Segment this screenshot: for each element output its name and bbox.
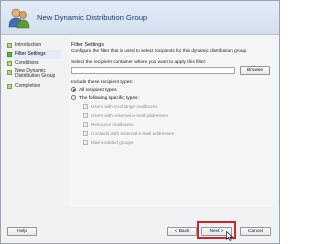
type-checkbox-external-email-users[interactable]: Users with external e-mail addresses (83, 113, 168, 120)
step-bullet-icon (7, 70, 12, 75)
checkbox-label: Users with Exchange mailboxes (91, 104, 158, 109)
include-types-label: Include these recipient types: (71, 80, 134, 85)
nav-step-label-line2: Distribution Group (15, 73, 56, 80)
radio-unselected-icon[interactable] (71, 95, 76, 100)
nav-step-label: Filter Settings (15, 51, 46, 57)
checkbox-label: Mail-enabled groups (91, 140, 134, 145)
nav-step-conditions[interactable]: Conditions (5, 59, 61, 68)
checkbox-label: Users with external e-mail addresses (91, 113, 168, 118)
radio-label: The following specific types: (79, 95, 139, 101)
type-checkbox-resource-mailboxes[interactable]: Resource mailboxes (83, 122, 133, 129)
radio-selected-icon[interactable] (71, 87, 76, 92)
checkbox-icon[interactable] (83, 140, 88, 146)
wizard-footer: Help < Back Next > Cancel (1, 223, 279, 243)
browse-button[interactable]: Browse (240, 66, 270, 75)
checkbox-icon[interactable] (83, 113, 88, 119)
nav-step-completion[interactable]: Completion (5, 82, 61, 91)
checkbox-label: Contacts with external e-mail addresses (91, 131, 175, 136)
checkbox-icon[interactable] (83, 104, 88, 110)
type-checkbox-mail-enabled-groups[interactable]: Mail-enabled groups (83, 140, 133, 147)
container-label: Select the recipient container where you… (71, 60, 207, 65)
all-recipient-types-option[interactable]: All recipient types (71, 87, 117, 94)
nav-step-new-dynamic-distribution-group[interactable]: New Dynamic Distribution Group (5, 68, 61, 82)
section-description: Configure the filter that is used to sel… (71, 48, 248, 53)
help-button[interactable]: Help (7, 227, 37, 236)
wizard-steps-nav: Introduction Filter Settings Conditions … (5, 41, 61, 191)
people-group-icon (7, 6, 31, 30)
nav-step-label: Completion (15, 83, 41, 89)
wizard-title: New Dynamic Distribution Group (37, 13, 148, 22)
type-checkbox-exchange-mailboxes[interactable]: Users with Exchange mailboxes (83, 104, 157, 111)
nav-step-filter-settings[interactable]: Filter Settings (5, 50, 61, 59)
step-bullet-icon (7, 43, 12, 48)
step-bullet-icon (7, 61, 12, 66)
checkbox-icon[interactable] (83, 131, 88, 137)
checkbox-label: Resource mailboxes (91, 122, 134, 127)
checkbox-icon[interactable] (83, 122, 88, 128)
mouse-pointer-icon (226, 230, 234, 241)
specific-types-option[interactable]: The following specific types: (71, 95, 139, 102)
step-bullet-icon (7, 52, 12, 57)
type-checkbox-contacts[interactable]: Contacts with external e-mail addresses (83, 131, 174, 138)
step-bullet-icon (7, 84, 12, 89)
nav-step-label: Conditions (15, 60, 39, 66)
back-button[interactable]: < Back (167, 227, 197, 236)
wizard-header: New Dynamic Distribution Group (1, 1, 279, 35)
nav-step-introduction[interactable]: Introduction (5, 41, 61, 50)
recipient-container-input[interactable] (71, 67, 235, 74)
radio-label: All recipient types (79, 87, 117, 93)
nav-step-label: Introduction (15, 42, 42, 48)
wizard-window: New Dynamic Distribution Group Introduct… (0, 0, 280, 244)
filter-settings-panel: Filter Settings Configure the filter tha… (69, 39, 275, 207)
cancel-button[interactable]: Cancel (240, 227, 271, 236)
